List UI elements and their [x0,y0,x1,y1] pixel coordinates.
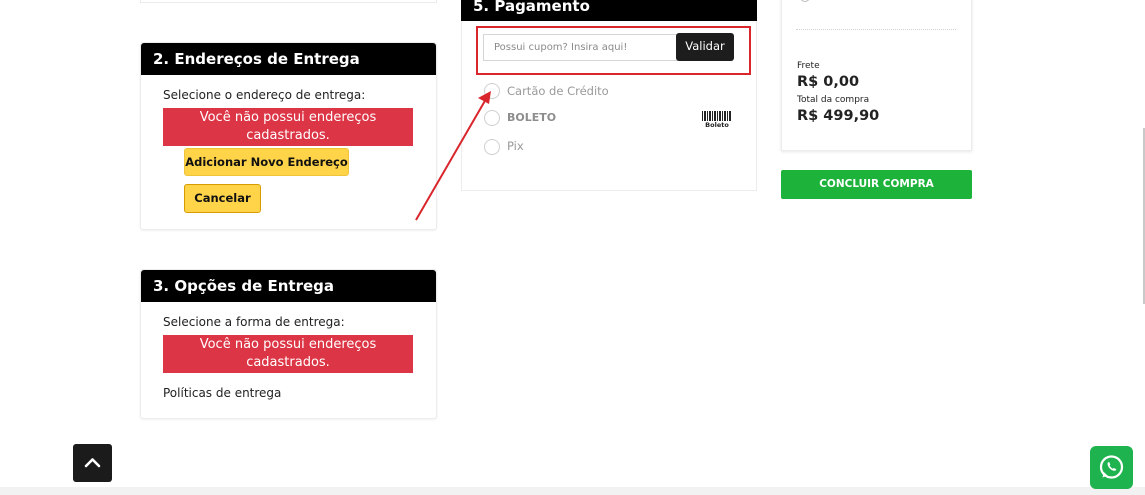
delivery-card-title: 3. Opções de Entrega [141,270,436,302]
cancel-button[interactable]: Cancelar [184,184,261,213]
total-label: Total da compra [797,95,870,105]
address-prompt: Selecione o endereço de entrega: [163,88,366,102]
summary-divider [796,29,956,30]
radio-boleto[interactable] [484,110,500,126]
shipping-label: Frete [797,61,820,71]
finish-purchase-button[interactable]: CONCLUIR COMPRA [781,170,972,199]
add-address-button[interactable]: Adicionar Novo Endereço [184,148,349,176]
credit-card-label: Cartão de Crédito [507,84,609,98]
delivery-alert-line2: cadastrados. [246,355,330,370]
pix-label: Pix [507,139,524,153]
delivery-policies-link[interactable]: Políticas de entrega [163,386,281,400]
chevron-up-icon [84,458,101,468]
boleto-label: BOLETO [507,111,557,124]
address-alert-line1: Você não possui endereços [199,110,377,125]
address-card-title: 2. Endereços de Entrega [141,43,436,75]
total-value: R$ 499,90 [797,108,880,124]
whatsapp-icon [1099,455,1124,479]
previous-card-bottom [140,0,437,3]
annotation-highlight-box [476,26,751,75]
delivery-alert: Você não possui endereços cadastrados. [163,335,413,373]
delivery-alert-line1: Você não possui endereços [199,337,377,352]
radio-pix[interactable] [484,139,500,155]
radio-credit-card[interactable] [484,83,500,99]
back-to-top-button[interactable] [73,444,112,482]
address-alert-line2: cadastrados. [246,128,330,143]
whatsapp-button[interactable] [1090,446,1133,489]
delivery-prompt: Selecione a forma de entrega: [163,315,345,329]
barcode-bars [702,111,732,121]
page-footer-band [0,487,1145,495]
address-alert: Você não possui endereços cadastrados. [163,108,413,146]
shipping-value: R$ 0,00 [797,74,860,90]
payment-card-title: 5. Pagamento [461,0,757,21]
boleto-badge-text: Boleto [705,121,729,129]
barcode-icon: Boleto [702,111,732,129]
